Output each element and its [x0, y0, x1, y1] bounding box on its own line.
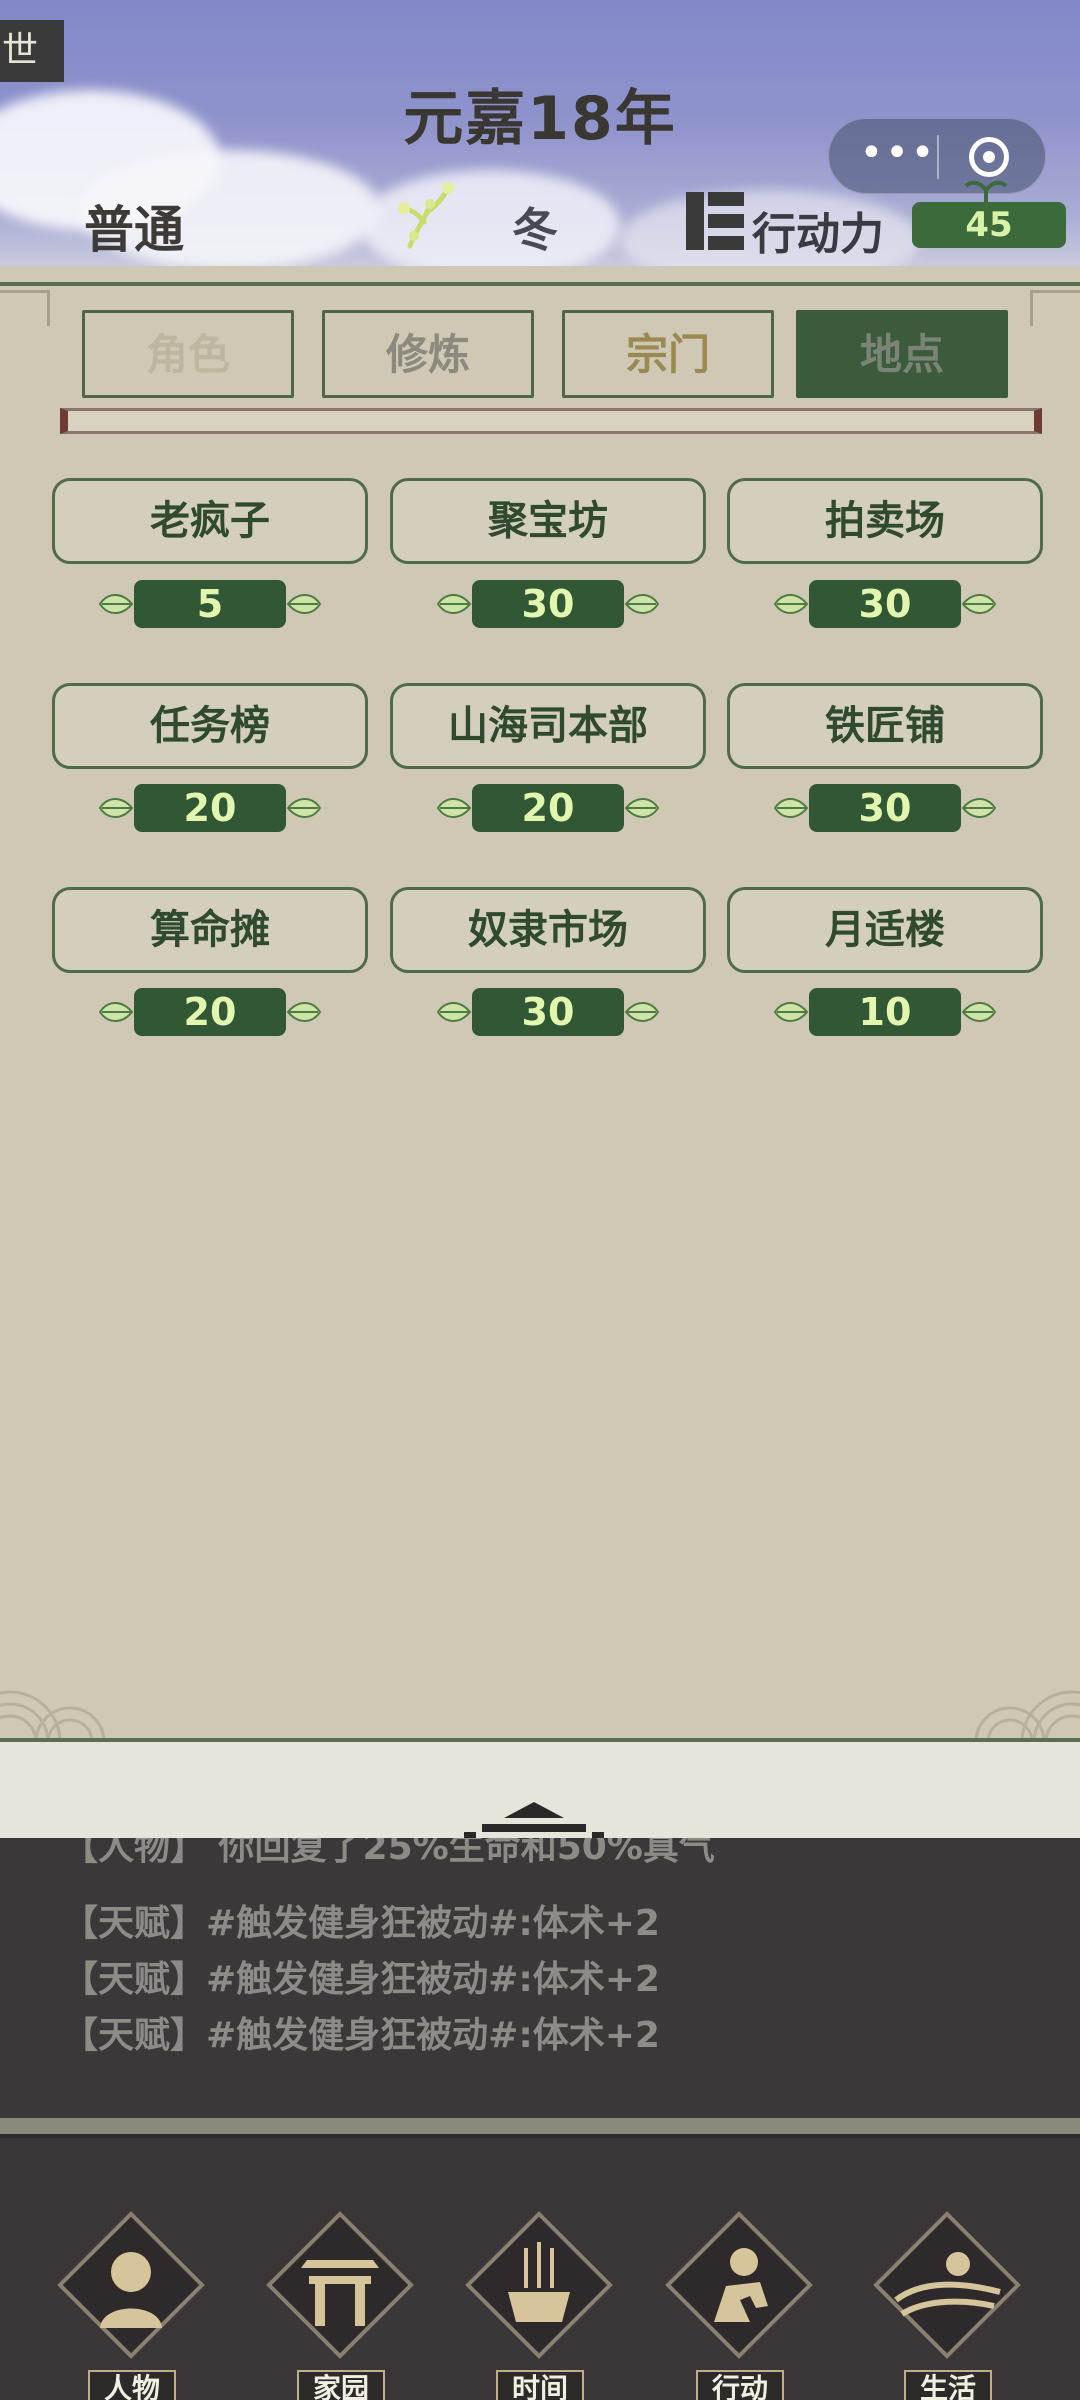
season-label: 冬 — [512, 203, 558, 257]
location-button-fortune-stall[interactable]: 算命摊 — [52, 887, 368, 973]
location-button-blacksmith[interactable]: 铁匠铺 — [727, 683, 1043, 769]
close-target-icon[interactable] — [969, 137, 1009, 177]
location-button-yueshi-tower[interactable]: 月适楼 — [727, 887, 1043, 973]
gate-icon — [266, 2211, 414, 2359]
nav-item-action[interactable]: 行动 — [664, 2210, 814, 2400]
location-button-auction-house[interactable]: 拍卖场 — [727, 478, 1043, 564]
log-line: 【天赋】#触发健身狂被动#:体术+2 — [62, 1903, 660, 1944]
action-power-label: 行动力 — [752, 209, 884, 260]
leaf-icon — [773, 798, 809, 818]
location-cost: 30 — [436, 988, 660, 1036]
mini-program-capsule: ••• — [828, 118, 1046, 194]
log-line: 【人物】 你回复了25%生命和50%真气 — [62, 1838, 715, 1868]
location-button-quest-board[interactable]: 任务榜 — [52, 683, 368, 769]
scroll-bar — [60, 408, 1042, 434]
log-separator — [0, 2118, 1080, 2134]
location-button-shanhai-hq[interactable]: 山海司本部 — [390, 683, 706, 769]
plum-branch-icon — [398, 182, 454, 249]
action-icon — [665, 2211, 813, 2359]
location-cost: 30 — [773, 580, 997, 628]
top-header: 世 元嘉18年 ••• 普通 冬 行动力 45 — [0, 0, 1080, 266]
more-icon[interactable]: ••• — [859, 119, 937, 195]
location-cost: 5 — [98, 580, 322, 628]
leaf-icon — [436, 594, 472, 614]
wave-ornament-icon — [0, 1690, 106, 1740]
tab-location[interactable]: 地点 — [796, 310, 1008, 398]
location-cost: 30 — [773, 784, 997, 832]
location-button-slave-market[interactable]: 奴隶市场 — [390, 887, 706, 973]
leaf-icon — [773, 594, 809, 614]
event-log[interactable]: 【人物】 你回复了25%生命和50%真气 【天赋】#触发健身狂被动#:体术+2 … — [0, 1838, 1080, 2118]
location-button-treasure-market[interactable]: 聚宝坊 — [390, 478, 706, 564]
location-button-old-madman[interactable]: 老疯子 — [52, 478, 368, 564]
leaf-icon — [98, 798, 134, 818]
leaf-icon — [961, 1002, 997, 1022]
nav-item-home[interactable]: 家园 — [265, 2210, 415, 2400]
location-cost: 20 — [98, 784, 322, 832]
action-power-value: 45 — [912, 202, 1066, 248]
nav-item-person[interactable]: 人物 — [56, 2210, 206, 2400]
incense-icon — [465, 2211, 613, 2359]
nav-item-time[interactable]: 时间 — [464, 2210, 614, 2400]
sprout-icon — [964, 180, 1008, 204]
action-power-icon — [686, 192, 744, 250]
panel-top-border — [0, 282, 1080, 286]
leaf-icon — [624, 594, 660, 614]
leaf-icon — [961, 594, 997, 614]
panel-corner-right — [1030, 290, 1080, 326]
wave-ornament-icon — [974, 1690, 1080, 1740]
leaf-icon — [286, 594, 322, 614]
leaf-icon — [773, 1002, 809, 1022]
difficulty-label: 普通 — [84, 201, 184, 259]
location-cost: 30 — [436, 580, 660, 628]
leaf-icon — [286, 798, 322, 818]
leaf-icon — [286, 1002, 322, 1022]
location-cost: 20 — [436, 784, 660, 832]
bottom-nav: 人物 家园 时间 行动 生活 — [0, 2138, 1080, 2400]
year-title: 元嘉18年 — [403, 84, 677, 154]
leaf-icon — [624, 1002, 660, 1022]
leaf-icon — [436, 798, 472, 818]
leaf-icon — [98, 1002, 134, 1022]
location-cost: 20 — [98, 988, 322, 1036]
leaf-icon — [624, 798, 660, 818]
leaf-icon — [98, 594, 134, 614]
log-line: 【天赋】#触发健身狂被动#:体术+2 — [62, 1959, 660, 2000]
panel-corner-left — [0, 290, 50, 326]
log-line: 【天赋】#触发健身狂被动#:体术+2 — [62, 2015, 660, 2056]
leaf-icon — [961, 798, 997, 818]
expand-log-handle-icon[interactable] — [462, 1796, 606, 1840]
capsule-divider — [937, 135, 939, 179]
tab-role[interactable]: 角色 — [82, 310, 294, 398]
nav-item-life[interactable]: 生活 — [872, 2210, 1022, 2400]
person-icon — [57, 2211, 205, 2359]
tab-cultivate[interactable]: 修炼 — [322, 310, 534, 398]
landscape-icon — [873, 2211, 1021, 2359]
tab-sect[interactable]: 宗门 — [562, 310, 774, 398]
corner-tag[interactable]: 世 — [0, 20, 64, 82]
leaf-icon — [436, 1002, 472, 1022]
location-cost: 10 — [773, 988, 997, 1036]
